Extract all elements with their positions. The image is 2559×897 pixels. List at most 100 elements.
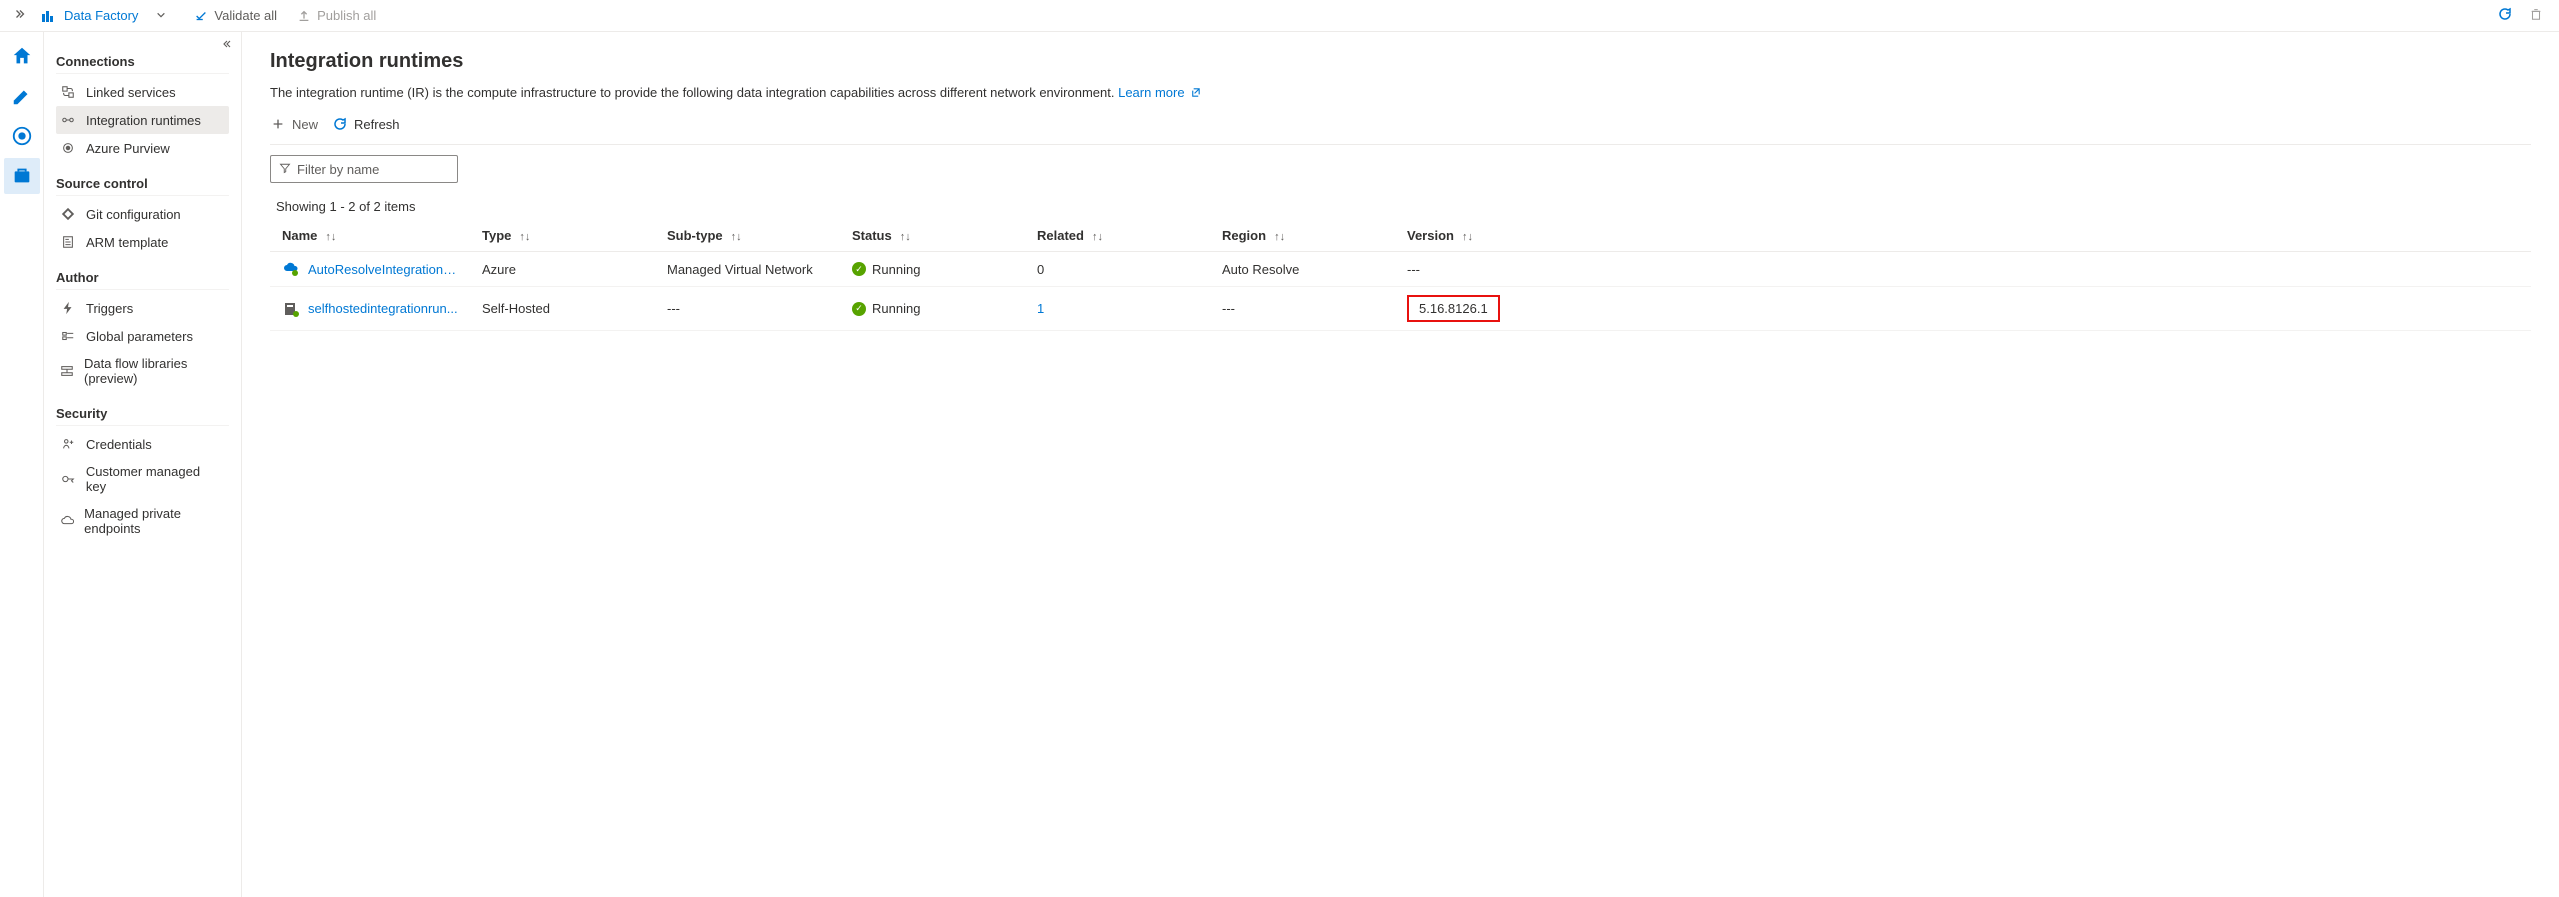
col-version[interactable]: Version↑↓: [1395, 220, 2531, 252]
publish-label: Publish all: [317, 8, 376, 23]
cell-subtype: Managed Virtual Network: [655, 252, 840, 287]
learn-more-link[interactable]: Learn more: [1118, 85, 1201, 100]
sidebar-item-azure-purview[interactable]: Azure Purview: [56, 134, 229, 162]
sidebar-label: Managed private endpoints: [84, 506, 223, 536]
global-params-icon: [60, 328, 76, 344]
triggers-icon: [60, 300, 76, 316]
col-related[interactable]: Related↑↓: [1025, 220, 1210, 252]
integration-runtimes-icon: [60, 112, 76, 128]
sidebar-item-git-config[interactable]: Git configuration: [56, 200, 229, 228]
sidebar-label: Git configuration: [86, 207, 181, 222]
sort-icon: ↑↓: [1274, 231, 1285, 243]
sidebar-label: Data flow libraries (preview): [84, 356, 223, 386]
dataflow-libs-icon: [60, 363, 74, 379]
col-status[interactable]: Status↑↓: [840, 220, 1025, 252]
sidebar-item-dataflow-libs[interactable]: Data flow libraries (preview): [56, 350, 229, 392]
filter-box[interactable]: [270, 155, 458, 183]
content-area: Integration runtimes The integration run…: [242, 32, 2559, 897]
publish-all-button[interactable]: Publish all: [287, 8, 386, 23]
status-running-icon: ✓: [852, 262, 866, 276]
expand-icon[interactable]: [8, 7, 32, 24]
new-label: New: [292, 117, 318, 132]
cell-related: 0: [1025, 252, 1210, 287]
sort-icon: ↑↓: [325, 231, 336, 243]
icon-rail: [0, 32, 44, 897]
sidebar-label: Customer managed key: [86, 464, 223, 494]
sort-icon: ↑↓: [900, 231, 911, 243]
status-running-icon: ✓: [852, 302, 866, 316]
col-type[interactable]: Type↑↓: [470, 220, 655, 252]
credentials-icon: [60, 436, 76, 452]
section-source-control-title: Source control: [56, 168, 229, 196]
linked-services-icon: [60, 84, 76, 100]
rail-author[interactable]: [4, 78, 40, 114]
data-factory-icon: [40, 8, 56, 24]
discard-button[interactable]: [2521, 7, 2551, 24]
col-name[interactable]: Name↑↓: [270, 220, 470, 252]
cell-type: Azure: [470, 252, 655, 287]
brand-dropdown[interactable]: Data Factory: [32, 8, 184, 24]
cell-related[interactable]: 1: [1025, 287, 1210, 331]
rail-monitor[interactable]: [4, 118, 40, 154]
sort-icon: ↑↓: [519, 231, 530, 243]
sidebar-item-integration-runtimes[interactable]: Integration runtimes: [56, 106, 229, 134]
cloud-icon: [60, 513, 74, 529]
page-description: The integration runtime (IR) is the comp…: [270, 85, 2531, 100]
plus-icon: [270, 116, 286, 132]
sidebar-item-managed-pe[interactable]: Managed private endpoints: [56, 500, 229, 542]
section-connections-title: Connections: [56, 46, 229, 74]
runtimes-table: Name↑↓ Type↑↓ Sub-type↑↓ Status↑↓ Relate…: [270, 220, 2531, 331]
cell-status: ✓Running: [840, 252, 1025, 287]
new-button[interactable]: New: [270, 116, 318, 132]
purview-icon: [60, 140, 76, 156]
cell-type: Self-Hosted: [470, 287, 655, 331]
key-icon: [60, 471, 76, 487]
sidebar-item-linked-services[interactable]: Linked services: [56, 78, 229, 106]
git-icon: [60, 206, 76, 222]
filter-icon: [279, 162, 291, 176]
table-row: AutoResolveIntegrationR... AzureManaged …: [270, 252, 2531, 287]
table-row: selfhostedintegrationrun... Self-Hosted-…: [270, 287, 2531, 331]
sidebar-item-global-params[interactable]: Global parameters: [56, 322, 229, 350]
sidebar-item-credentials[interactable]: Credentials: [56, 430, 229, 458]
sidebar-label: Triggers: [86, 301, 133, 316]
sidebar-label: Credentials: [86, 437, 152, 452]
publish-icon: [297, 9, 311, 23]
validate-icon: [194, 9, 208, 23]
refresh-button[interactable]: Refresh: [332, 116, 400, 132]
rail-manage[interactable]: [4, 158, 40, 194]
validate-all-button[interactable]: Validate all: [184, 8, 287, 23]
runtime-name-link[interactable]: AutoResolveIntegrationR...: [308, 262, 458, 277]
cell-status: ✓Running: [840, 287, 1025, 331]
filter-input[interactable]: [297, 162, 473, 177]
sidebar-item-cmk[interactable]: Customer managed key: [56, 458, 229, 500]
collapse-panel-icon[interactable]: [221, 38, 233, 53]
selfhosted-ir-icon: [282, 300, 300, 318]
validate-label: Validate all: [214, 8, 277, 23]
side-panel: Connections Linked services Integration …: [44, 32, 242, 897]
rail-home[interactable]: [4, 38, 40, 74]
sort-icon: ↑↓: [1092, 231, 1103, 243]
azure-ir-icon: [282, 260, 300, 278]
result-count: Showing 1 - 2 of 2 items: [270, 199, 2531, 214]
refresh-icon: [332, 116, 348, 132]
col-region[interactable]: Region↑↓: [1210, 220, 1395, 252]
section-security-title: Security: [56, 398, 229, 426]
runtime-name-link[interactable]: selfhostedintegrationrun...: [308, 301, 458, 316]
sidebar-label: Linked services: [86, 85, 176, 100]
global-refresh-button[interactable]: [2489, 6, 2521, 25]
cell-subtype: ---: [655, 287, 840, 331]
sort-icon: ↑↓: [731, 231, 742, 243]
sidebar-label: Global parameters: [86, 329, 193, 344]
sidebar-label: Integration runtimes: [86, 113, 201, 128]
sidebar-item-triggers[interactable]: Triggers: [56, 294, 229, 322]
col-subtype[interactable]: Sub-type↑↓: [655, 220, 840, 252]
cell-version: ---: [1395, 252, 2531, 287]
topbar: Data Factory Validate all Publish all: [0, 0, 2559, 32]
section-author-title: Author: [56, 262, 229, 290]
cell-region: ---: [1210, 287, 1395, 331]
sidebar-item-arm-template[interactable]: ARM template: [56, 228, 229, 256]
arm-template-icon: [60, 234, 76, 250]
cell-version: 5.16.8126.1: [1395, 287, 2531, 331]
action-bar: New Refresh: [270, 112, 2531, 145]
